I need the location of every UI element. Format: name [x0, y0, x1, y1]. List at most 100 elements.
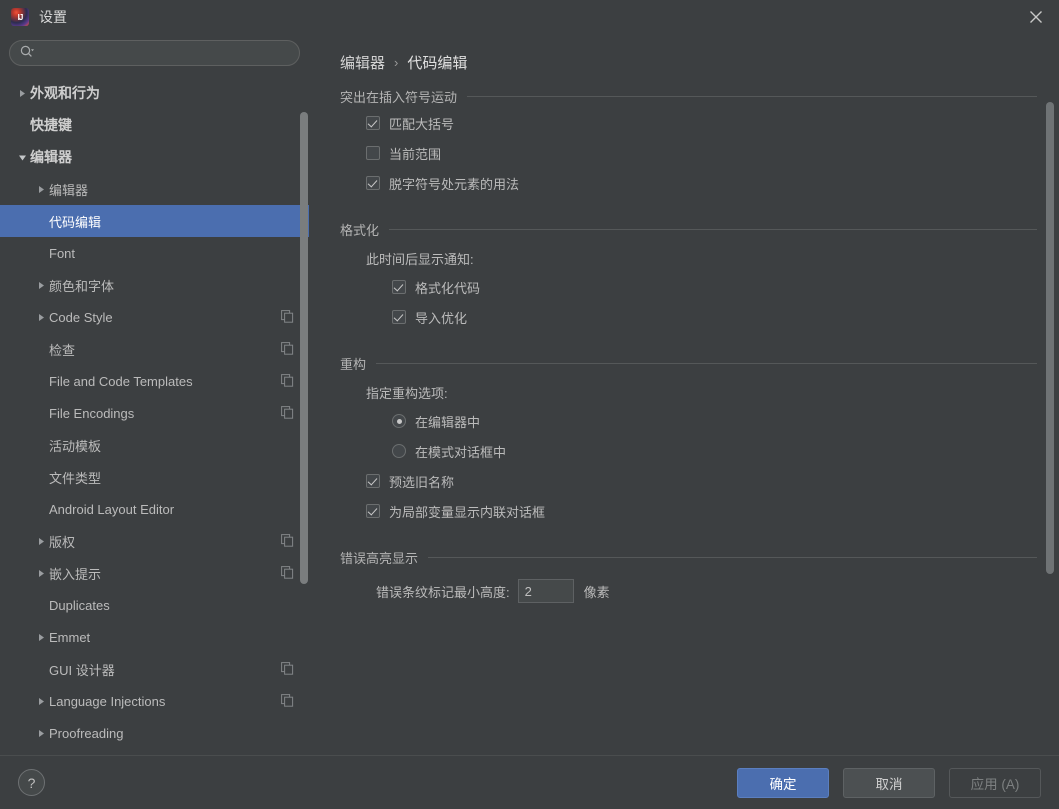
sidebar-item-1[interactable]: 快捷键	[0, 109, 309, 141]
radio-unselected-icon[interactable]	[392, 444, 406, 458]
number-field-suffix: 像素	[584, 582, 610, 601]
window-title: 设置	[39, 7, 67, 27]
sidebar-item-label: Font	[49, 246, 75, 261]
checkbox-unchecked-icon[interactable]	[366, 146, 380, 160]
chevron-right-icon[interactable]	[33, 729, 49, 738]
sidebar-item-label: 文件类型	[49, 468, 101, 487]
settings-content-panel: 编辑器 › 代码编辑 突出在插入符号运动匹配大括号当前范围脱字符号处元素的用法格…	[309, 34, 1059, 755]
chevron-right-icon[interactable]	[33, 697, 49, 706]
breadcrumb-separator-icon: ›	[394, 55, 398, 70]
checkbox-checked-icon[interactable]	[392, 310, 406, 324]
radio-option-row[interactable]: 在编辑器中	[392, 406, 1037, 436]
checkbox-checked-icon[interactable]	[392, 280, 406, 294]
section-title: 错误高亮显示	[340, 548, 418, 567]
chevron-down-icon[interactable]	[14, 153, 30, 162]
option-label: 当前范围	[389, 144, 441, 163]
error-stripe-min-height-input[interactable]	[518, 579, 574, 603]
sidebar-item-5[interactable]: Font	[0, 237, 309, 269]
search-container	[0, 34, 309, 76]
checkbox-option-row[interactable]: 脱字符号处元素的用法	[366, 168, 1037, 198]
sidebar-item-label: GUI 设计器	[49, 660, 115, 679]
sidebar-item-17[interactable]: Emmet	[0, 621, 309, 653]
checkbox-option-row[interactable]: 匹配大括号	[366, 108, 1037, 138]
settings-section: 格式化此时间后显示通知:格式化代码导入优化	[321, 198, 1059, 332]
settings-sidebar: 外观和行为快捷键编辑器编辑器代码编辑Font颜色和字体Code Style检查F…	[0, 34, 309, 755]
sidebar-item-9[interactable]: File and Code Templates	[0, 365, 309, 397]
option-label: 导入优化	[415, 308, 467, 327]
close-icon[interactable]	[1013, 0, 1059, 34]
sidebar-item-4[interactable]: 代码编辑	[0, 205, 309, 237]
sidebar-item-3[interactable]: 编辑器	[0, 173, 309, 205]
sidebar-item-11[interactable]: 活动模板	[0, 429, 309, 461]
copy-icon[interactable]	[281, 694, 295, 708]
sidebar-item-15[interactable]: 嵌入提示	[0, 557, 309, 589]
sidebar-item-label: Proofreading	[49, 726, 123, 741]
checkbox-checked-icon[interactable]	[366, 474, 380, 488]
sidebar-item-19[interactable]: Language Injections	[0, 685, 309, 717]
copy-icon[interactable]	[281, 534, 295, 548]
checkbox-checked-icon[interactable]	[366, 116, 380, 130]
checkbox-checked-icon[interactable]	[366, 176, 380, 190]
title-bar: 设置	[0, 0, 1059, 34]
chevron-right-icon[interactable]	[33, 569, 49, 578]
sidebar-item-label: 活动模板	[49, 436, 101, 455]
sidebar-item-0[interactable]: 外观和行为	[0, 77, 309, 109]
sidebar-item-20[interactable]: Proofreading	[0, 717, 309, 749]
chevron-right-icon[interactable]	[33, 633, 49, 642]
sidebar-item-label: 颜色和字体	[49, 276, 114, 295]
search-input[interactable]	[40, 45, 291, 61]
sidebar-item-label: Android Layout Editor	[49, 502, 174, 517]
settings-tree[interactable]: 外观和行为快捷键编辑器编辑器代码编辑Font颜色和字体Code Style检查F…	[0, 76, 309, 755]
checkbox-checked-icon[interactable]	[366, 504, 380, 518]
content-scrollbar-thumb[interactable]	[1046, 102, 1054, 574]
sidebar-item-8[interactable]: 检查	[0, 333, 309, 365]
chevron-right-icon[interactable]	[33, 537, 49, 546]
section-title: 重构	[340, 354, 366, 373]
checkbox-option-row[interactable]: 预选旧名称	[366, 466, 1037, 496]
copy-icon[interactable]	[281, 342, 295, 356]
sidebar-item-label: 编辑器	[49, 180, 88, 199]
copy-icon[interactable]	[281, 406, 295, 420]
sidebar-item-10[interactable]: File Encodings	[0, 397, 309, 429]
chevron-right-icon[interactable]	[33, 185, 49, 194]
sidebar-item-label: Code Style	[49, 310, 113, 325]
checkbox-option-row[interactable]: 为局部变量显示内联对话框	[366, 496, 1037, 526]
copy-icon[interactable]	[281, 374, 295, 388]
radio-selected-icon[interactable]	[392, 414, 406, 428]
dialog-footer: ? 确定 取消 应用 (A)	[0, 755, 1059, 809]
breadcrumb-parent[interactable]: 编辑器	[340, 52, 385, 73]
chevron-right-icon[interactable]	[33, 313, 49, 322]
chevron-right-icon[interactable]	[14, 89, 30, 98]
settings-sections: 突出在插入符号运动匹配大括号当前范围脱字符号处元素的用法格式化此时间后显示通知:…	[321, 73, 1059, 603]
chevron-right-icon[interactable]	[33, 281, 49, 290]
checkbox-option-row[interactable]: 当前范围	[366, 138, 1037, 168]
checkbox-option-row[interactable]: 导入优化	[392, 302, 1037, 332]
apply-button: 应用 (A)	[949, 768, 1041, 798]
settings-section: 重构指定重构选项:在编辑器中在模式对话框中预选旧名称为局部变量显示内联对话框	[321, 332, 1059, 526]
copy-icon[interactable]	[281, 662, 295, 676]
sidebar-item-7[interactable]: Code Style	[0, 301, 309, 333]
checkbox-option-row[interactable]: 格式化代码	[392, 272, 1037, 302]
radio-option-row[interactable]: 在模式对话框中	[392, 436, 1037, 466]
section-gap	[340, 198, 1037, 220]
sidebar-item-label: 编辑器	[30, 147, 72, 167]
sidebar-scrollbar-thumb[interactable]	[300, 112, 308, 584]
section-title: 突出在插入符号运动	[340, 87, 457, 106]
sidebar-item-label: 版权	[49, 532, 75, 551]
sidebar-item-2[interactable]: 编辑器	[0, 141, 309, 173]
sidebar-item-16[interactable]: Duplicates	[0, 589, 309, 621]
cancel-button[interactable]: 取消	[843, 768, 935, 798]
sidebar-item-label: 嵌入提示	[49, 564, 101, 583]
help-button[interactable]: ?	[18, 769, 45, 796]
section-header: 重构	[340, 354, 1037, 373]
sidebar-item-6[interactable]: 颜色和字体	[0, 269, 309, 301]
section-gap	[340, 332, 1037, 354]
sidebar-item-13[interactable]: Android Layout Editor	[0, 493, 309, 525]
sidebar-item-14[interactable]: 版权	[0, 525, 309, 557]
sidebar-item-12[interactable]: 文件类型	[0, 461, 309, 493]
copy-icon[interactable]	[281, 310, 295, 324]
search-box[interactable]	[9, 40, 300, 66]
copy-icon[interactable]	[281, 566, 295, 580]
ok-button[interactable]: 确定	[737, 768, 829, 798]
sidebar-item-18[interactable]: GUI 设计器	[0, 653, 309, 685]
